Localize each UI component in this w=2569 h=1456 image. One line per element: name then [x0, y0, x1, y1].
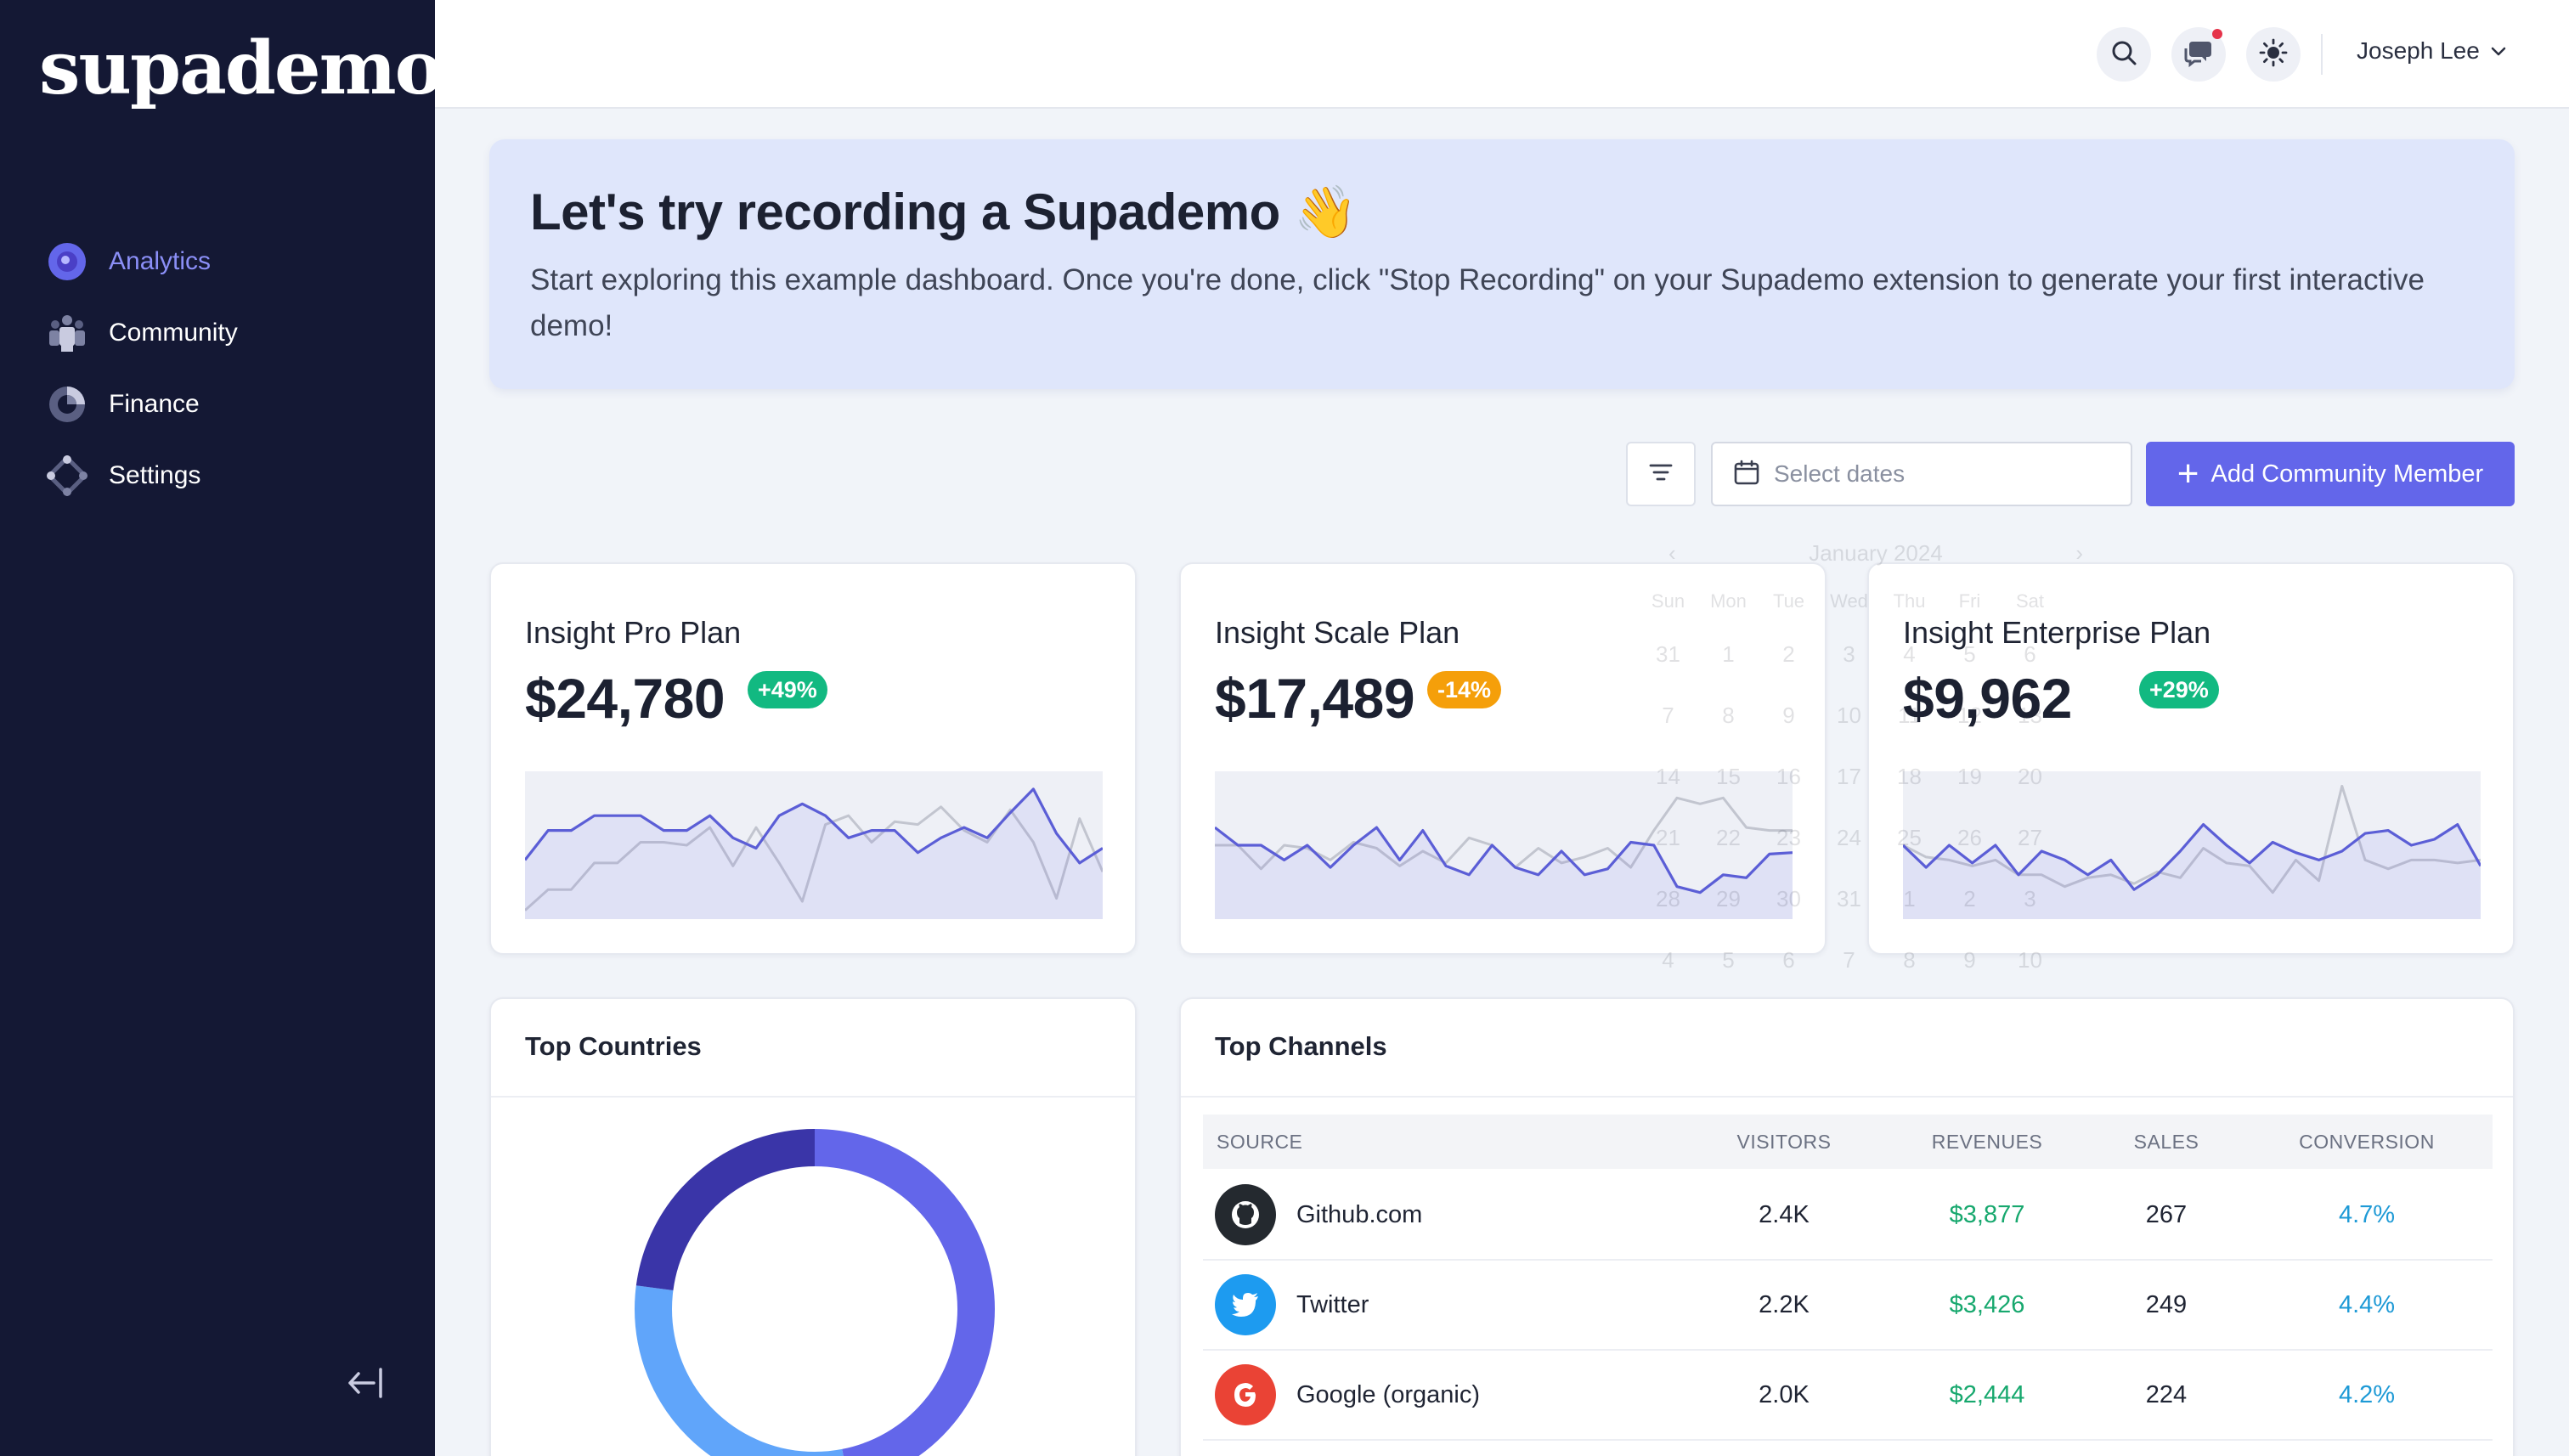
sidebar-item-label: Analytics [109, 247, 212, 275]
messages-button[interactable] [2171, 27, 2226, 82]
table-row[interactable]: Google (organic) 2.0K $2,444 224 4.2% [1203, 1351, 2493, 1441]
banner-text: Start exploring this example dashboard. … [530, 263, 2425, 342]
countries-donut-chart [635, 1129, 995, 1456]
add-community-member-button[interactable]: + Add Community Member [2146, 442, 2515, 506]
finance-icon [46, 383, 88, 426]
date-input[interactable] [1774, 460, 2114, 488]
chevron-down-icon [2488, 41, 2509, 61]
banner-title: Let's try recording a Supademo 👋 [530, 183, 1358, 240]
stat-title: Insight Scale Plan [1215, 615, 1460, 650]
table-row[interactable]: Github.com 2.4K $3,877 267 4.7% [1203, 1171, 2493, 1261]
conversion-cell: 4.4% [2338, 1290, 2396, 1318]
source-name: Twitter [1296, 1290, 1369, 1318]
revenue-cell: $3,877 [1949, 1200, 2025, 1228]
twitter-icon [1215, 1274, 1276, 1335]
sales-cell: 249 [2145, 1290, 2188, 1318]
sidebar-item-community[interactable]: Community [46, 297, 403, 369]
top-countries-card: Top Countries [489, 997, 1137, 1456]
stat-title: Insight Enterprise Plan [1903, 615, 2211, 650]
user-name: Joseph Lee [2357, 37, 2480, 64]
chat-icon [2182, 37, 2215, 73]
source-name: Github.com [1296, 1200, 1423, 1228]
column-header[interactable]: CONVERSION [2241, 1131, 2493, 1154]
user-menu[interactable]: Joseph Lee [2357, 37, 2509, 65]
visitors-cell: 2.4K [1759, 1200, 1810, 1228]
conversion-cell: 4.2% [2338, 1380, 2396, 1408]
section-title: Top Countries [525, 1031, 702, 1061]
stat-title: Insight Pro Plan [525, 615, 742, 650]
stat-card-pro: Insight Pro Plan $24,780 +49% [489, 562, 1137, 955]
notification-dot [2212, 29, 2222, 39]
column-header[interactable]: REVENUES [1883, 1131, 2092, 1154]
sales-cell: 224 [2145, 1380, 2188, 1408]
revenue-cell: $2,444 [1949, 1380, 2025, 1408]
google-icon [1215, 1364, 1276, 1425]
stat-card-scale: Insight Scale Plan $17,489 -14% [1179, 562, 1827, 955]
theme-toggle-button[interactable] [2246, 27, 2301, 82]
welcome-banner: Let's try recording a Supademo 👋 Start e… [489, 139, 2515, 389]
analytics-icon [46, 240, 88, 283]
logo[interactable]: supademo [39, 25, 443, 111]
divider [491, 1096, 1135, 1098]
visitors-cell: 2.2K [1759, 1290, 1810, 1318]
sidebar-item-label: Finance [109, 390, 200, 418]
table-header: SOURCE VISITORS REVENUES SALES CONVERSIO… [1203, 1115, 2493, 1169]
collapse-sidebar-icon [345, 1363, 386, 1408]
stat-value: $17,489 [1215, 667, 1415, 730]
github-icon [1215, 1184, 1276, 1245]
change-badge: +29% [2139, 671, 2219, 708]
sparkline-chart [525, 771, 1103, 919]
sparkline-chart [1215, 771, 1793, 919]
search-button[interactable] [2097, 27, 2151, 82]
source-name: Google (organic) [1296, 1380, 1480, 1408]
sparkline-chart [1903, 771, 2481, 919]
change-badge: -14% [1427, 671, 1502, 708]
collapse-sidebar-button[interactable] [343, 1363, 387, 1407]
divider [1181, 1096, 2513, 1098]
section-title: Top Channels [1215, 1031, 1387, 1061]
search-icon [2109, 38, 2138, 71]
community-icon [46, 312, 88, 354]
settings-icon [46, 454, 88, 497]
table-row[interactable]: Twitter 2.2K $3,426 249 4.4% [1203, 1261, 2493, 1351]
sidebar-item-finance[interactable]: Finance [46, 369, 403, 440]
date-range-picker[interactable] [1711, 442, 2132, 506]
conversion-cell: 4.7% [2338, 1200, 2396, 1228]
calendar-icon [1733, 459, 1760, 490]
top-channels-card: Top Channels SOURCE VISITORS REVENUES SA… [1179, 997, 2515, 1456]
sidebar-item-label: Settings [109, 461, 201, 489]
stat-value: $9,962 [1903, 667, 2072, 730]
column-header[interactable]: SALES [2092, 1131, 2241, 1154]
sidebar-nav: Analytics Community Finance Settings [46, 226, 403, 511]
stat-card-enterprise: Insight Enterprise Plan $9,962 +29% [1867, 562, 2515, 955]
revenue-cell: $3,426 [1949, 1290, 2025, 1318]
filter-icon [1646, 458, 1675, 491]
sidebar-item-label: Community [109, 319, 238, 347]
add-button-label: Add Community Member [2210, 460, 2484, 488]
stat-value: $24,780 [525, 667, 726, 730]
sidebar: supademo Analytics Community Finance Set… [0, 0, 443, 1456]
header-divider [2321, 34, 2323, 75]
column-header[interactable]: VISITORS [1685, 1131, 1883, 1154]
filter-button[interactable] [1626, 442, 1696, 506]
sidebar-item-analytics[interactable]: Analytics [46, 226, 403, 297]
sales-cell: 267 [2145, 1200, 2188, 1228]
sidebar-item-settings[interactable]: Settings [46, 440, 403, 511]
change-badge: +49% [748, 671, 827, 708]
column-header[interactable]: SOURCE [1203, 1131, 1685, 1154]
top-header: Joseph Lee [435, 0, 2569, 109]
visitors-cell: 2.0K [1759, 1380, 1810, 1408]
plus-icon: + [2177, 453, 2199, 494]
theme-icon [2258, 37, 2289, 72]
